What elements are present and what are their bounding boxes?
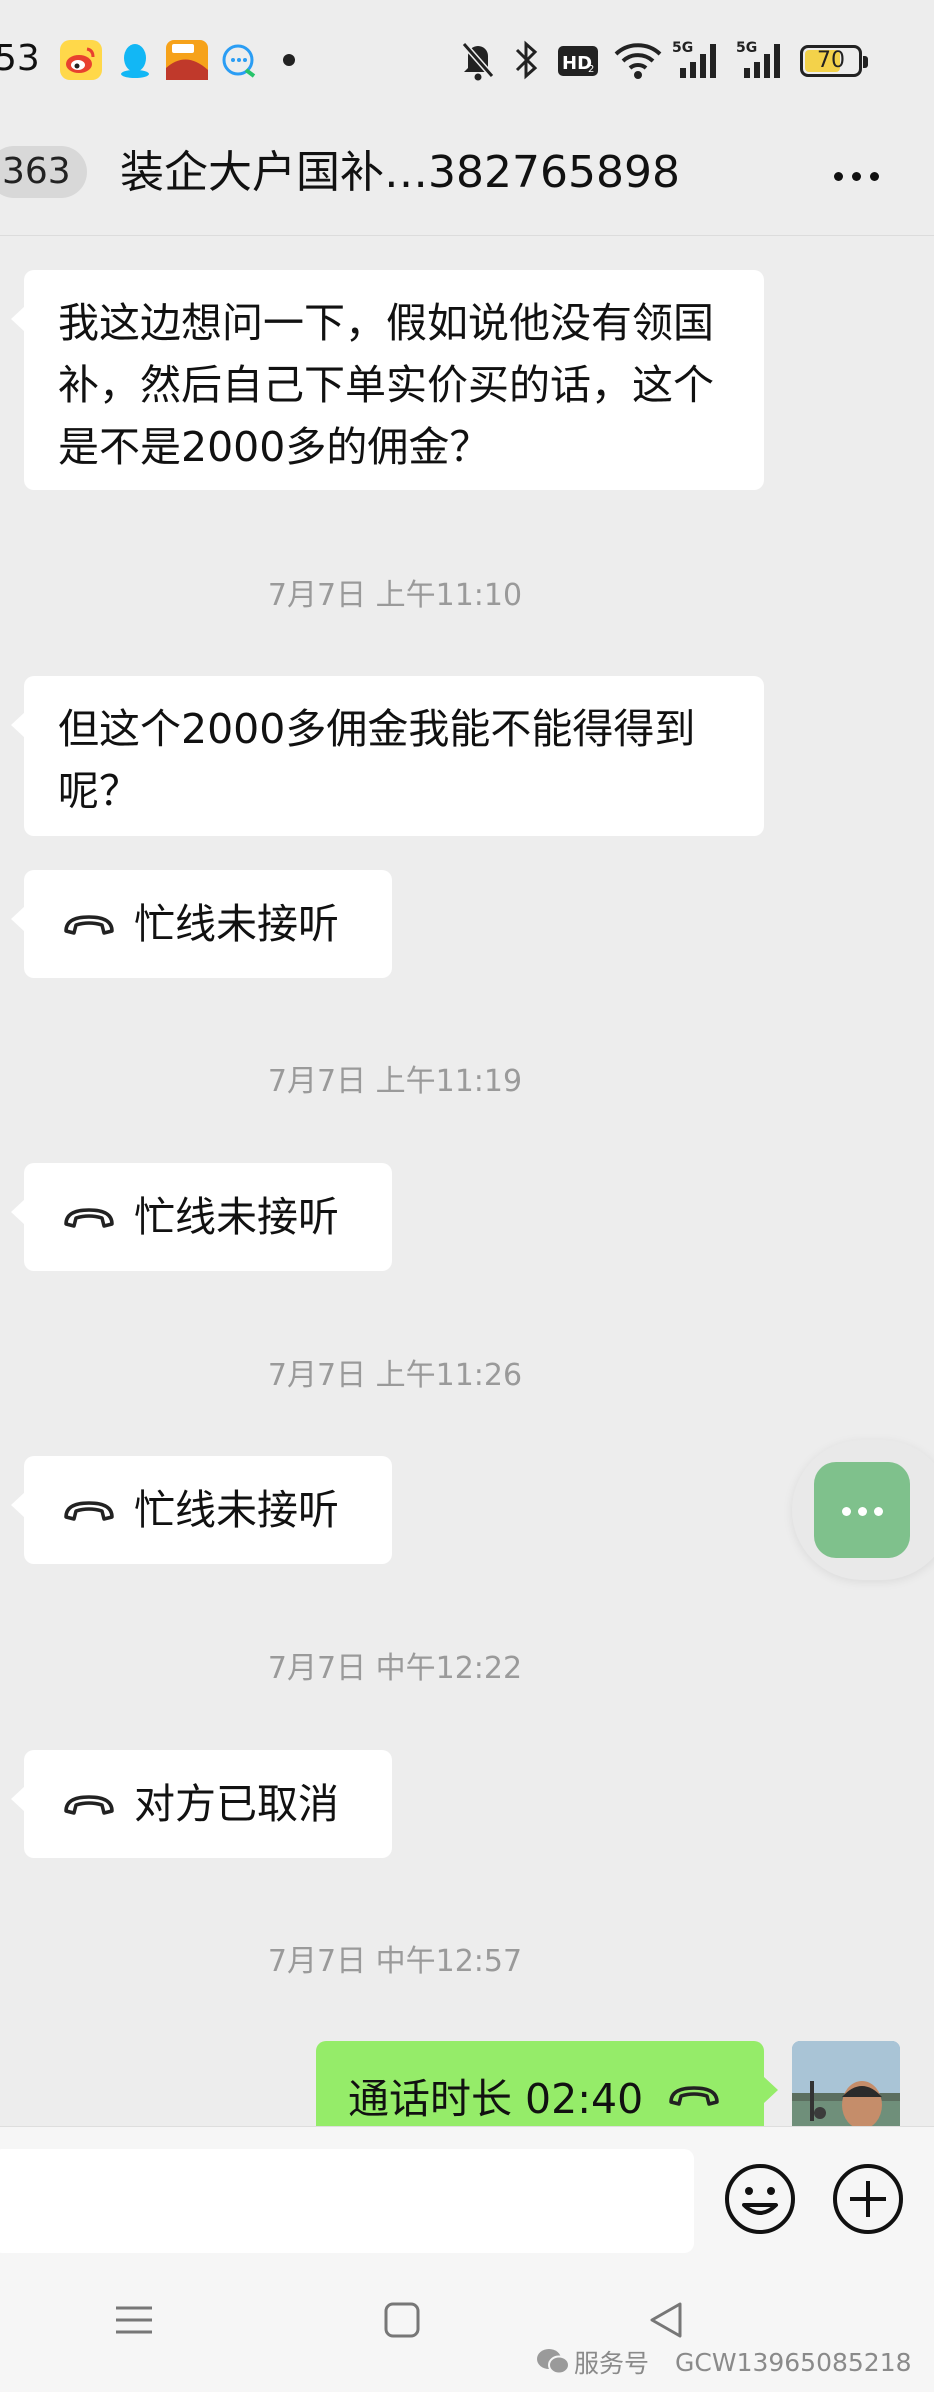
signal-icon: 5G [736, 38, 786, 82]
wifi-icon [614, 38, 662, 82]
chat-app-icon [218, 40, 260, 80]
svg-text:2: 2 [588, 64, 594, 75]
back-unread-count[interactable]: 363 [0, 146, 87, 198]
phone-hangup-icon [64, 1208, 114, 1228]
menu-icon[interactable] [114, 2300, 154, 2344]
timestamp: 7月7日 中午12:22 [267, 1651, 523, 1686]
chat-header: 363 装企大户国补…382765898 [0, 125, 934, 236]
chat-title: 装企大户国补…382765898 [120, 147, 680, 198]
timestamp: 7月7日 中午12:57 [267, 1944, 523, 1979]
call-status-text: 忙线未接听 [134, 1486, 339, 1534]
input-bar [0, 2126, 934, 2262]
watermark: 服务号 GCW13965085218 [536, 2344, 912, 2380]
message-bubble[interactable]: 我这边想问一下，假如说他没有领国补，然后自己下单实价买的话，这个是不是2000多… [11, 270, 764, 490]
emoji-icon[interactable] [722, 2161, 798, 2237]
call-status-text: 对方已取消 [134, 1780, 339, 1828]
message-text: 但这个2000多佣金我能不能得得到呢？ [58, 705, 696, 815]
system-nav-bar: 服务号 GCW13965085218 [0, 2262, 934, 2392]
back-icon[interactable] [646, 2300, 686, 2344]
call-duration-text: 通话时长 02:40 [348, 2075, 644, 2123]
message-bubble[interactable]: 但这个2000多佣金我能不能得得到呢？ [11, 676, 764, 836]
phone-hangup-icon [669, 2086, 719, 2106]
home-icon[interactable] [382, 2300, 422, 2344]
more-notifications-dot [283, 54, 295, 66]
more-icon[interactable] [826, 165, 886, 185]
status-time: 53 [0, 38, 40, 79]
sohu-app-icon [166, 40, 208, 80]
call-record-bubble[interactable]: 忙线未接听 [11, 1163, 392, 1271]
battery-icon: 70 [800, 45, 868, 77]
timestamp: 7月7日 上午11:19 [267, 1064, 523, 1099]
message-text: 我这边想问一下，假如说他没有领国补，然后自己下单实价买的话，这个是不是2000多… [58, 299, 714, 471]
call-status-text: 忙线未接听 [134, 900, 339, 948]
hd-icon: HD 2 [558, 38, 600, 82]
watermark-prefix: 服务号 [574, 2349, 650, 2378]
battery-percent: 70 [817, 48, 845, 73]
status-bar: 53 HD 2 5G 5G 70 [0, 0, 934, 125]
phone-hangup-icon [64, 1501, 114, 1521]
plus-icon[interactable] [830, 2161, 906, 2237]
floating-more-button[interactable] [792, 1440, 934, 1580]
weibo-icon [60, 40, 102, 80]
call-record-bubble[interactable]: 忙线未接听 [11, 1456, 392, 1564]
wechat-icon [537, 2349, 570, 2375]
svg-text:5G: 5G [672, 40, 693, 56]
qq-icon [114, 40, 156, 80]
watermark-id: GCW13965085218 [675, 2347, 912, 2377]
bluetooth-icon [514, 38, 540, 82]
svg-text:5G: 5G [736, 40, 757, 56]
mute-bell-icon [460, 38, 496, 82]
phone-hangup-icon [64, 1795, 114, 1815]
phone-hangup-icon [64, 915, 114, 935]
message-input[interactable] [0, 2149, 694, 2253]
call-record-bubble[interactable]: 对方已取消 [11, 1750, 392, 1858]
timestamp: 7月7日 上午11:10 [267, 578, 523, 613]
signal-icon: 5G [672, 38, 722, 82]
call-status-text: 忙线未接听 [134, 1193, 339, 1241]
timestamp: 7月7日 上午11:26 [267, 1358, 523, 1393]
call-record-bubble[interactable]: 忙线未接听 [11, 870, 392, 978]
